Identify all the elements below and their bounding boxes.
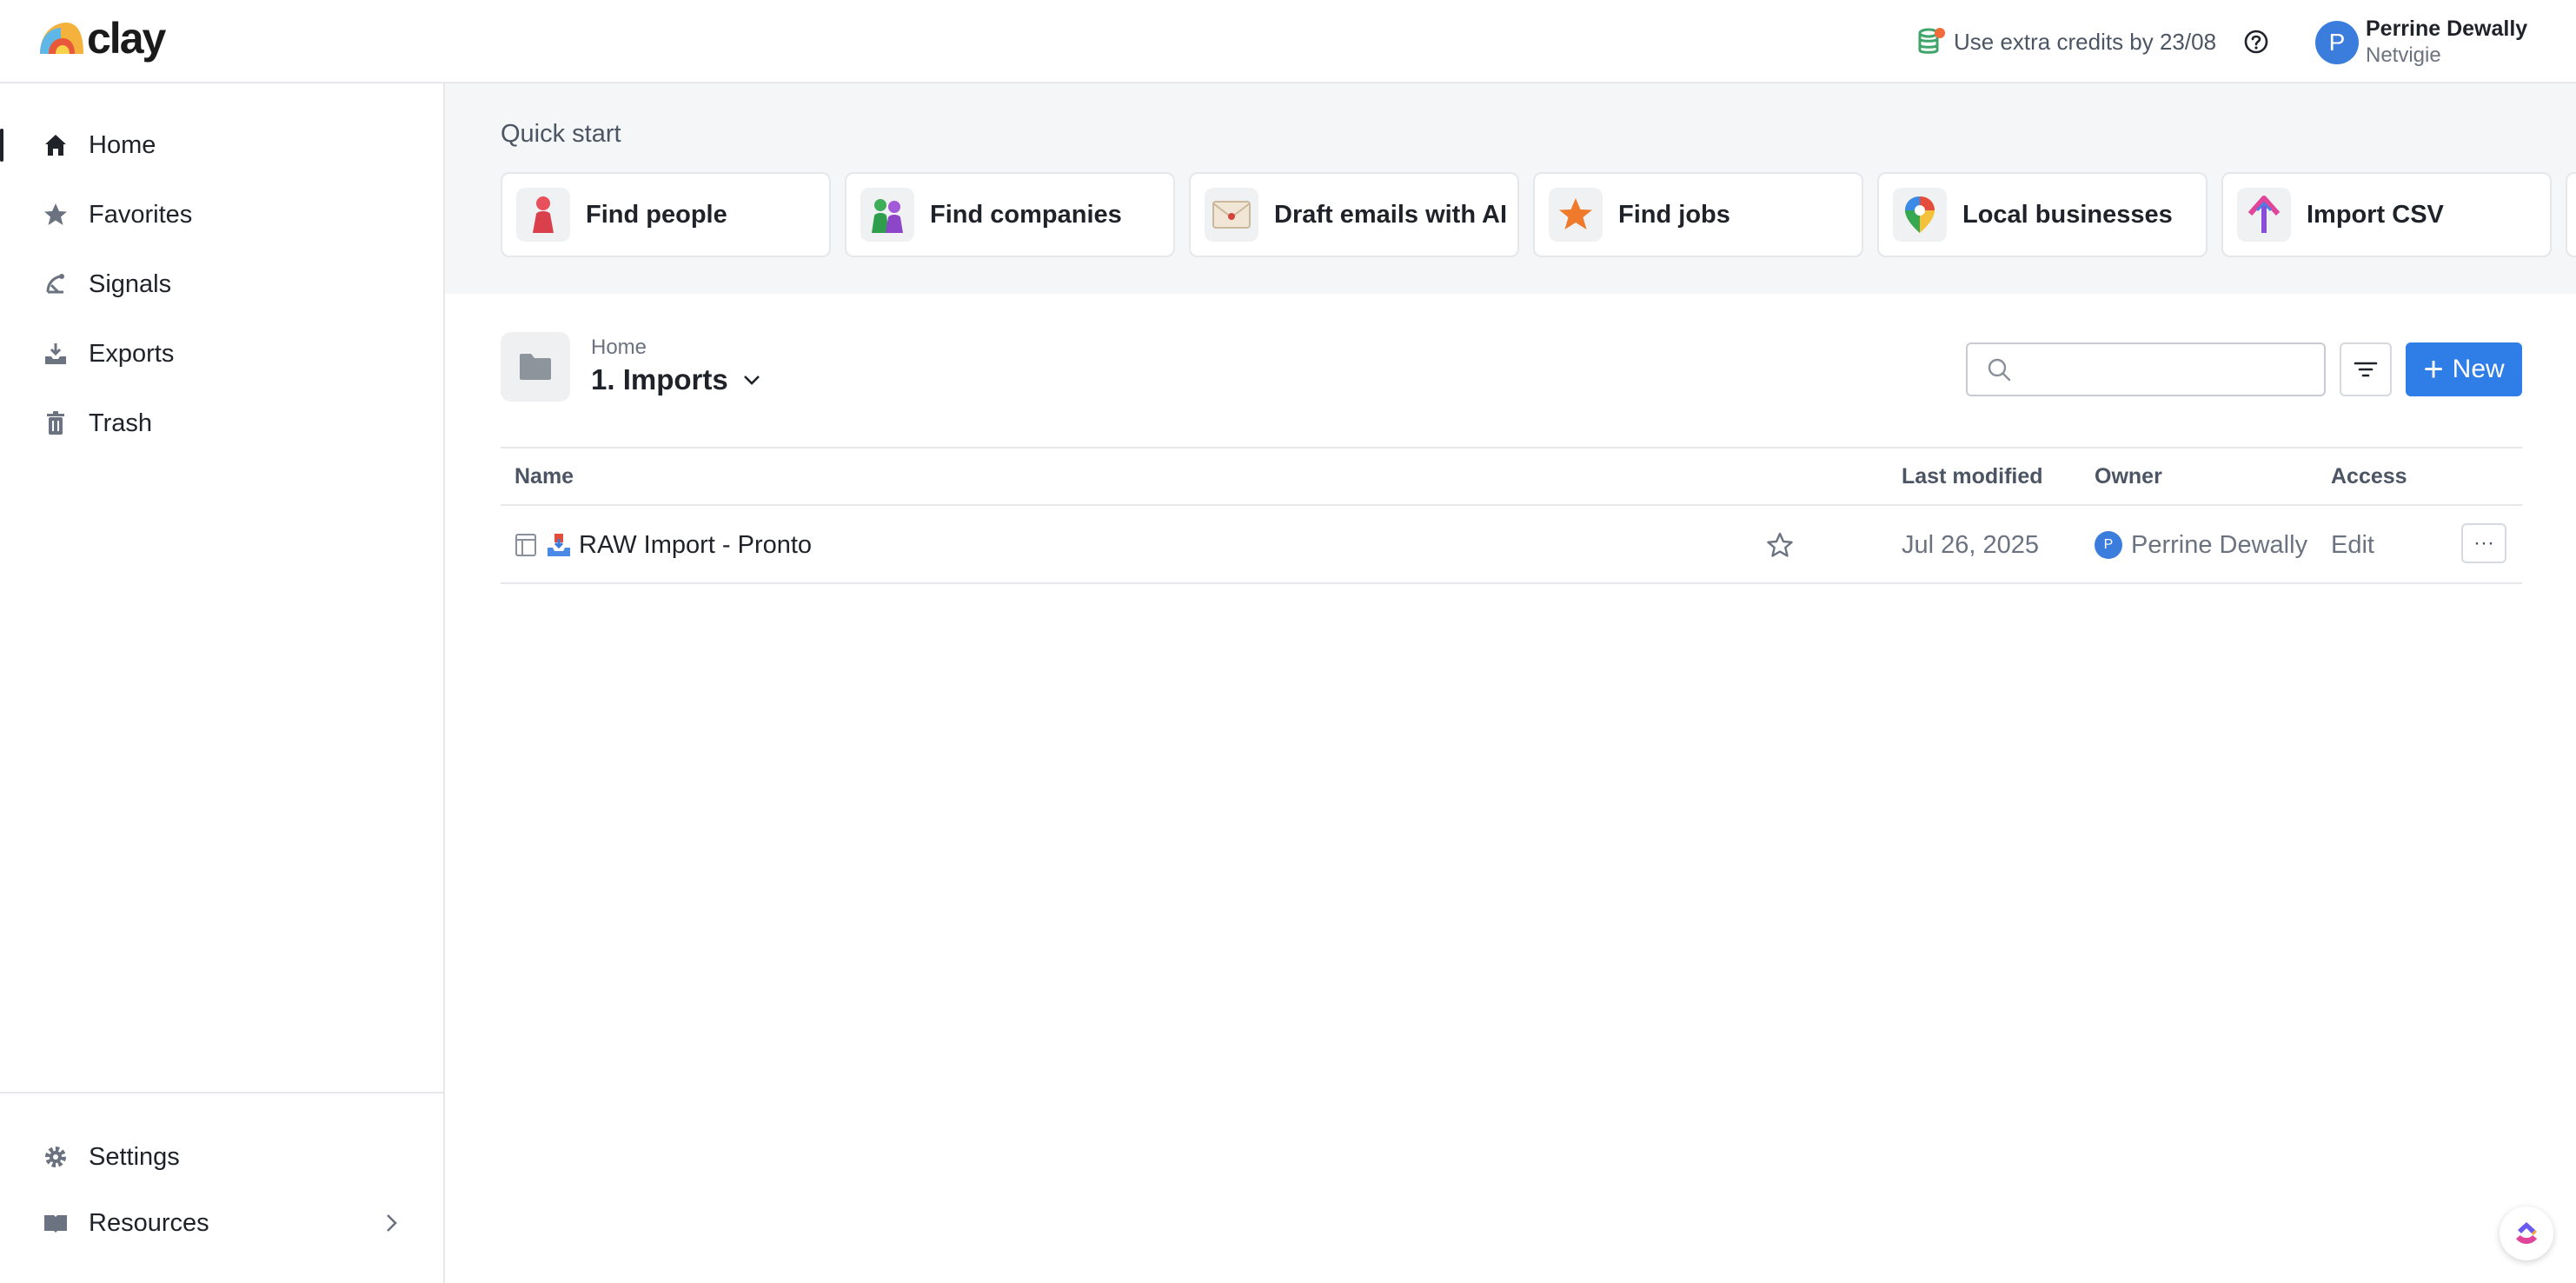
star-outline-icon (1767, 532, 1793, 557)
column-header-last-modified[interactable]: Last modified (1902, 464, 2043, 489)
user-name: Perrine Dewally (2366, 17, 2528, 41)
clickup-launcher-button[interactable] (2500, 1207, 2553, 1260)
quick-start-label: Find jobs (1618, 200, 1730, 229)
sidebar-item-label: Trash (89, 409, 153, 437)
folder-title-dropdown[interactable]: 1. Imports (591, 363, 761, 396)
sidebar-item-signals[interactable]: Signals (0, 256, 443, 313)
sidebar-item-label: Settings (89, 1142, 180, 1171)
quick-start-more-card[interactable] (2566, 172, 2576, 257)
filter-icon (2354, 362, 2378, 377)
sidebar-item-label: Exports (89, 339, 175, 368)
gear-icon (40, 1141, 71, 1173)
sidebar-item-label: Resources (89, 1208, 209, 1237)
chevron-right-icon (387, 1214, 397, 1232)
quick-start-label: Find people (586, 200, 727, 229)
table-doc-icon (515, 534, 536, 556)
quick-start-label: Draft emails with AI (1274, 200, 1508, 229)
avatar: P (2095, 531, 2122, 559)
quick-start-local-businesses[interactable]: Local businesses (1877, 172, 2208, 257)
help-button[interactable] (2239, 24, 2274, 59)
folder-icon (520, 354, 551, 380)
sidebar-item-label: Home (89, 130, 156, 159)
row-owner-name: Perrine Dewally (2131, 530, 2308, 559)
user-menu[interactable]: P Perrine Dewally Netvigie (2315, 16, 2527, 70)
column-header-owner[interactable]: Owner (2095, 464, 2162, 489)
quick-start-label: Import CSV (2307, 200, 2444, 229)
quick-start-import-csv[interactable]: Import CSV (2221, 172, 2552, 257)
folder-icon-box (501, 332, 570, 402)
coins-icon (1918, 28, 1945, 54)
sidebar: Home Favorites Signals Exports Trash Set… (0, 83, 445, 1283)
quick-start-panel: Quick start Find people Find companies D… (445, 83, 2576, 294)
sidebar-item-exports[interactable]: Exports (0, 325, 443, 382)
quick-start-find-people[interactable]: Find people (501, 172, 831, 257)
upload-arrow-icon (2237, 188, 2291, 242)
sidebar-item-label: Favorites (89, 200, 193, 229)
filter-button[interactable] (2340, 342, 2392, 396)
sidebar-item-label: Signals (89, 269, 172, 298)
book-icon (40, 1207, 71, 1239)
signal-icon (40, 269, 71, 300)
star-icon (40, 199, 71, 230)
credits-text: Use extra credits by 23/08 (1954, 28, 2217, 55)
star-badge-icon (1549, 188, 1603, 242)
row-last-modified: Jul 26, 2025 (1902, 530, 2040, 559)
question-circle-icon (2244, 30, 2268, 54)
sidebar-item-home[interactable]: Home (0, 116, 443, 174)
quick-start-label: Local businesses (1962, 200, 2173, 229)
row-name[interactable]: RAW Import - Pronto (579, 531, 812, 560)
sidebar-item-trash[interactable]: Trash (0, 395, 443, 452)
search-input[interactable] (2022, 356, 2308, 383)
table-divider (501, 447, 2522, 449)
clay-logo[interactable]: clay (37, 14, 166, 63)
quick-start-draft-emails[interactable]: Draft emails with AI (1189, 172, 1519, 257)
quick-start-title: Quick start (501, 120, 621, 148)
person-icon (516, 188, 570, 242)
row-name-cell: RAW Import - Pronto (515, 506, 812, 584)
top-bar: clay Use extra credits by 23/08 P Perrin… (0, 0, 2576, 83)
row-access: Edit (2331, 530, 2374, 559)
clay-logo-icon (40, 23, 83, 54)
column-header-access[interactable]: Access (2331, 464, 2407, 489)
quick-start-find-jobs[interactable]: Find jobs (1533, 172, 1863, 257)
breadcrumb[interactable]: Home (591, 336, 647, 360)
clickup-icon (2516, 1222, 2537, 1244)
plus-icon: + (2423, 350, 2444, 389)
avatar: P (2315, 21, 2359, 64)
chevron-down-icon (743, 376, 760, 385)
trash-icon (40, 408, 71, 439)
sidebar-item-resources[interactable]: Resources (0, 1194, 443, 1252)
row-owner: P Perrine Dewally (2095, 506, 2307, 584)
credits-notice[interactable]: Use extra credits by 23/08 (1917, 24, 2216, 59)
main-content: Quick start Find people Find companies D… (445, 83, 2576, 1283)
new-button[interactable]: + New (2406, 342, 2522, 396)
sidebar-item-favorites[interactable]: Favorites (0, 186, 443, 243)
people-group-icon (860, 188, 914, 242)
home-icon (40, 130, 71, 161)
quick-start-find-companies[interactable]: Find companies (845, 172, 1175, 257)
user-organization: Netvigie (2366, 43, 2441, 67)
sidebar-item-settings[interactable]: Settings (0, 1128, 443, 1186)
envelope-icon (1205, 188, 1258, 242)
row-more-button[interactable]: ··· (2461, 523, 2506, 563)
search-icon (1988, 358, 2011, 382)
column-header-name[interactable]: Name (515, 464, 574, 489)
logo-wordmark: clay (87, 14, 166, 63)
sidebar-divider (0, 1092, 443, 1094)
export-tray-icon (40, 338, 71, 369)
page-title: 1. Imports (591, 363, 728, 396)
table-row[interactable]: RAW Import - Pronto Jul 26, 2025 P Perri… (501, 506, 2522, 584)
favorite-toggle[interactable] (1766, 506, 1794, 584)
inbox-tray-icon (548, 534, 570, 556)
map-pin-icon (1893, 188, 1947, 242)
search-box[interactable] (1966, 342, 2326, 396)
quick-start-label: Find companies (930, 200, 1122, 229)
new-button-label: New (2452, 355, 2505, 383)
